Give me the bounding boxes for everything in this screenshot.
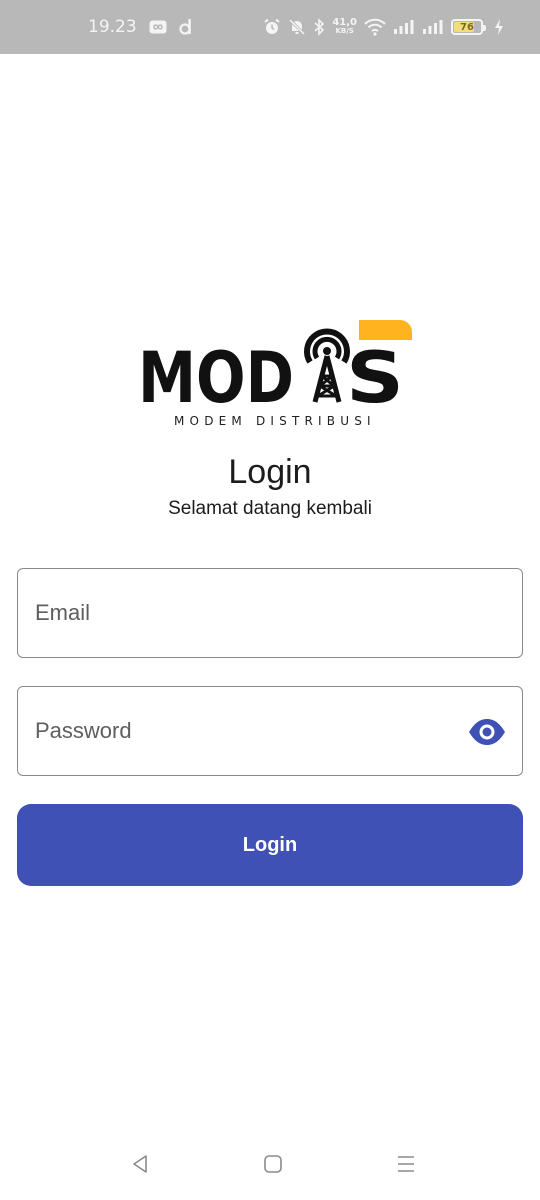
password-field-container	[17, 686, 523, 776]
status-time: 19.23	[88, 17, 137, 37]
charging-icon	[494, 18, 504, 36]
page-subtitle: Selamat datang kembali	[168, 498, 372, 519]
alarm-icon	[263, 18, 281, 36]
system-nav-bar	[0, 1130, 540, 1200]
logo-wordmark-s: S	[346, 337, 404, 410]
password-field[interactable]	[35, 687, 455, 775]
back-icon[interactable]	[126, 1150, 154, 1178]
net-speed-unit: KB/S	[335, 27, 354, 35]
login-button[interactable]: Login	[17, 804, 523, 886]
status-bar: 19.23 41,0 KB/S 76	[0, 0, 540, 54]
wifi-icon	[364, 18, 386, 36]
modis-logo-mark: MOD S	[138, 320, 412, 410]
status-left: 19.23	[88, 0, 193, 54]
email-field-container	[17, 568, 523, 658]
net-speed: 41,0 KB/S	[332, 18, 357, 36]
signal-icon	[422, 19, 444, 35]
bluetooth-icon	[313, 18, 325, 36]
d-app-icon	[179, 18, 193, 36]
battery-level: 76	[460, 21, 474, 33]
logo-wordmark: MOD	[138, 337, 294, 410]
battery-icon: 76	[451, 19, 486, 35]
antenna-tower-icon	[304, 328, 350, 403]
net-speed-value: 41,0	[332, 17, 357, 28]
email-field[interactable]	[35, 569, 455, 657]
signal-icon	[393, 19, 415, 35]
page-title: Login	[228, 453, 312, 491]
bell-off-icon	[288, 18, 306, 36]
home-icon[interactable]	[259, 1150, 287, 1178]
menu-icon[interactable]	[392, 1150, 420, 1178]
logo-tagline: MODEM DISTRIBUSI	[174, 414, 376, 428]
app-logo: MOD S MODEM DISTRIBUSI	[138, 318, 414, 430]
infinity-icon	[149, 20, 167, 34]
status-right: 41,0 KB/S 76	[263, 0, 504, 54]
eye-icon[interactable]	[468, 717, 506, 747]
